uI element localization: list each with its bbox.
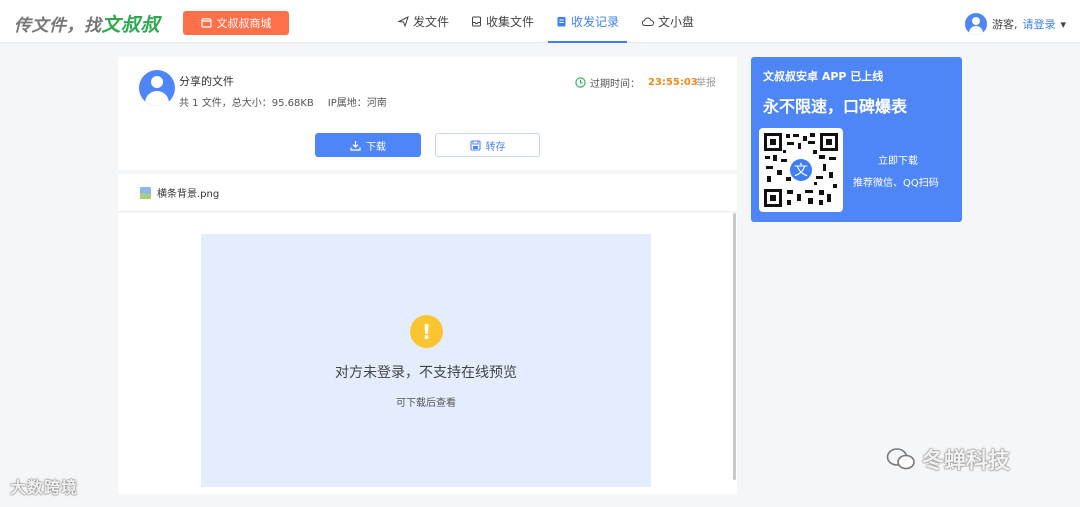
qr-code: 文 — [759, 128, 843, 212]
save-label: 转存 — [485, 141, 506, 153]
promo-download-label[interactable]: 立即下载 — [878, 152, 918, 167]
wechat-icon — [886, 448, 915, 470]
preview-panel: ! 对方未登录，不支持在线预览 可下载后查看 — [118, 213, 737, 494]
nav-collect-files[interactable]: 收集文件 — [463, 0, 542, 43]
expire-time: 23:55:03 — [648, 77, 698, 88]
clock-icon — [575, 77, 586, 88]
download-button[interactable]: 下载 — [315, 133, 421, 157]
send-icon — [398, 16, 409, 27]
sharer-avatar-icon — [139, 70, 175, 106]
save-to-disk-button[interactable]: 转存 — [435, 133, 540, 157]
expire-label: 过期时间： — [590, 79, 640, 90]
qr-center-logo: 文 — [794, 163, 808, 179]
watermark-left: 大数跨境 — [10, 474, 78, 498]
share-card: 分享的文件 共 1 文件，总大小：95.68KB IP属地：河南 过期时间： 23… — [118, 57, 737, 170]
site-logo[interactable]: 传文件，找文叔叔 — [14, 10, 160, 37]
guest-label: 游客, — [991, 18, 1018, 31]
download-label: 下载 — [366, 141, 386, 153]
record-icon — [557, 17, 566, 27]
watermark-right-text: 冬蝉科技 — [922, 449, 1011, 474]
login-link[interactable]: 请登录 — [1022, 16, 1055, 32]
share-meta: 共 1 文件，总大小：95.68KB IP属地：河南 — [179, 94, 401, 109]
promo-slogan: 永不限速，口碑爆表 — [763, 97, 908, 116]
main-nav: 发文件 收集文件 收发记录 文小盘 — [390, 0, 708, 43]
file-count: 共 1 文件，总大小：95.68KB — [179, 98, 314, 109]
shop-icon — [200, 18, 212, 28]
qr-code-icon: 文 — [763, 132, 839, 208]
cloud-icon — [641, 17, 655, 26]
watermark-right: 冬蝉科技 — [886, 443, 1010, 475]
app-promo-banner[interactable]: 文叔叔安卓 APP 已上线 永不限速，口碑爆表 文 立即下载 推荐微信、QQ扫码 — [751, 57, 962, 222]
preview-scrollbar[interactable] — [733, 213, 736, 480]
nav-label: 发文件 — [413, 15, 450, 29]
file-list-item[interactable]: 横条背景.png — [118, 174, 737, 212]
promo-headline: 文叔叔安卓 APP 已上线 — [763, 70, 884, 83]
user-menu[interactable]: 游客, 请登录 ▾ — [964, 13, 1066, 35]
report-link[interactable]: 举报 — [696, 74, 716, 89]
file-name: 横条背景.png — [157, 189, 220, 200]
watermark-left-text: 大数跨境 — [10, 478, 79, 497]
nav-label: 文小盘 — [658, 15, 695, 29]
user-avatar-icon — [964, 13, 987, 35]
logo-brand: 文叔叔 — [101, 14, 161, 36]
download-icon — [350, 140, 361, 151]
warning-icon: ! — [410, 315, 443, 348]
nav-transfer-records[interactable]: 收发记录 — [548, 0, 628, 43]
nav-label: 收集文件 — [486, 15, 535, 29]
shop-button[interactable]: 文叔叔商城 — [183, 11, 289, 35]
promo-scan-hint: 推荐微信、QQ扫码 — [853, 178, 939, 189]
shop-button-label: 文叔叔商城 — [216, 17, 272, 30]
share-title: 分享的文件 — [179, 75, 234, 88]
logo-prefix: 传文件，找 — [14, 16, 102, 36]
nav-send-files[interactable]: 发文件 — [390, 0, 457, 43]
inbox-icon — [472, 16, 482, 27]
preview-area: ! 对方未登录，不支持在线预览 可下载后查看 — [201, 234, 651, 487]
expire-info: 过期时间： 23:55:03 — [575, 75, 698, 90]
nav-mini-disk[interactable]: 文小盘 — [633, 0, 702, 43]
image-file-icon — [140, 186, 151, 199]
preview-hint: 可下载后查看 — [396, 398, 456, 409]
save-icon — [469, 139, 481, 151]
chevron-down-icon[interactable]: ▾ — [1060, 18, 1066, 31]
nav-label: 收发记录 — [571, 15, 620, 29]
ip-location: IP属地：河南 — [327, 98, 387, 109]
top-header: 传文件，找文叔叔 文叔叔商城 发文件 收集文件 收发记录 文小盘 游客, 请登录… — [0, 0, 1080, 43]
preview-unavailable-message: 对方未登录，不支持在线预览 — [335, 365, 517, 381]
